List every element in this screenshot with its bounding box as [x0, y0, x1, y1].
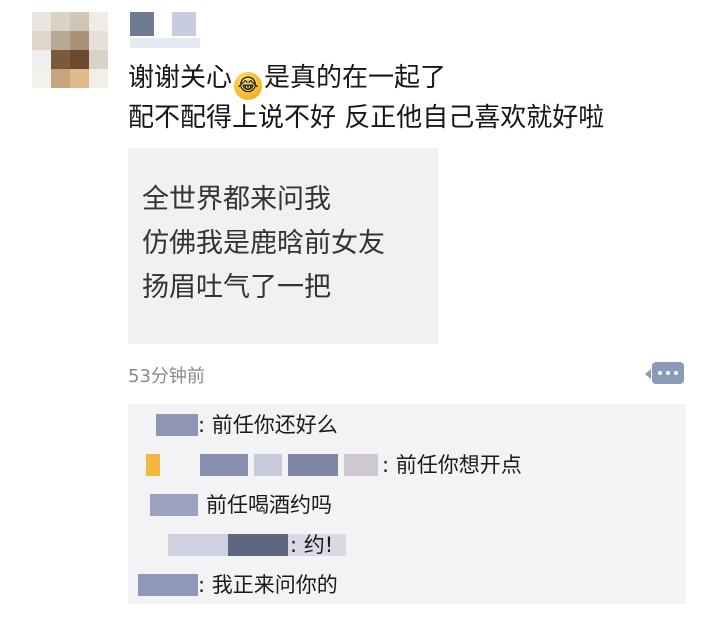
commenter-name-blurred [156, 414, 198, 436]
commenter-name-blurred [228, 534, 288, 556]
post-text: 谢谢关心 😂 是真的在一起了 配不配得上说不好 反正他自己喜欢就好啦 [128, 60, 604, 136]
commenter-name-blurred [288, 454, 338, 476]
laughing-crying-emoji-icon: 😂 [234, 72, 263, 100]
image-text-line: 仿佛我是鹿晗前女友 [142, 228, 385, 259]
comment-button[interactable] [645, 362, 684, 384]
post-line-1: 谢谢关心 😂 是真的在一起了 [128, 60, 604, 100]
image-text-line: 扬眉吐气了一把 [142, 272, 331, 303]
commenter-name-blurred [146, 454, 160, 476]
post-timestamp: 53分钟前 [128, 366, 205, 387]
commenter-name-blurred [168, 534, 228, 556]
commenter-name-blurred [138, 574, 198, 596]
dot-icon [674, 371, 678, 375]
avatar[interactable] [32, 12, 108, 88]
commenter-name-blurred [200, 454, 248, 476]
post-image[interactable]: 全世界都来问我 仿佛我是鹿晗前女友 扬眉吐气了一把 [128, 148, 438, 344]
image-text-line: 全世界都来问我 [142, 184, 331, 215]
username-blurred[interactable] [130, 12, 210, 52]
dot-icon [658, 371, 662, 375]
commenter-name-blurred [344, 454, 378, 476]
dot-icon [666, 371, 670, 375]
post-line-2: 配不配得上说不好 反正他自己喜欢就好啦 [128, 103, 605, 133]
commenter-name-blurred [254, 454, 282, 476]
commenter-name-blurred [150, 494, 198, 516]
comments-panel: : 前任你还好么 : 前任你想开点 前任喝酒约吗 : 约! : 我正来问你的 [128, 404, 686, 604]
